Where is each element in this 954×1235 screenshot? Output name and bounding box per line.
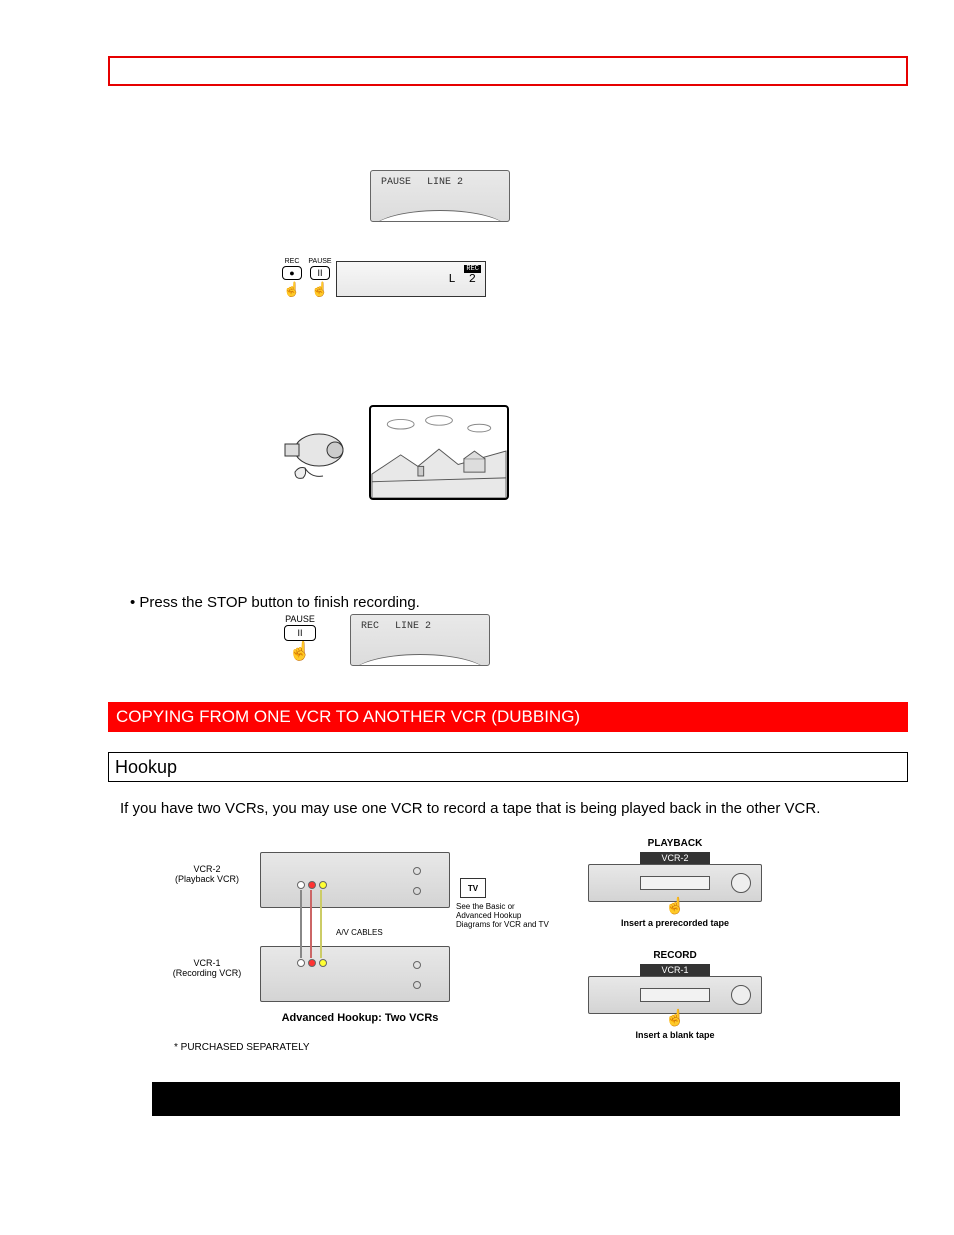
rec-indicator: REC bbox=[464, 265, 481, 273]
osd-text-rec: REC bbox=[361, 621, 379, 632]
paragraph-dubbing-intro: If you have two VCRs, you may use one VC… bbox=[120, 800, 900, 817]
tape-slot-icon bbox=[640, 988, 710, 1002]
camcorder-icon bbox=[275, 424, 355, 482]
vcr1-back-panel bbox=[260, 946, 450, 1002]
jack-icon bbox=[413, 867, 421, 875]
instruction-stop-text: • Press the STOP button to finish record… bbox=[130, 594, 420, 611]
pause-caption: PAUSE bbox=[308, 258, 332, 265]
jack-icon bbox=[413, 981, 421, 989]
figure-rec-pause-lcd: REC ● ☝ PAUSE II ☝ REC L 2 bbox=[280, 258, 486, 299]
figure-camcorder-scene bbox=[275, 405, 509, 500]
jack-icon bbox=[413, 961, 421, 969]
front-panel-lcd: REC L 2 bbox=[336, 261, 486, 297]
tv-hookup-note: See the Basic or Advanced Hookup Diagram… bbox=[456, 902, 566, 929]
figure-display-pause-line2: PAUSE LINE 2 bbox=[370, 170, 510, 222]
pause-button-icon: II bbox=[310, 266, 330, 280]
vcr2-badge: VCR-2 bbox=[640, 852, 710, 864]
jack-icon bbox=[308, 959, 316, 967]
section-header-dubbing: COPYING FROM ONE VCR TO ANOTHER VCR (DUB… bbox=[108, 702, 908, 732]
jack-icon bbox=[297, 881, 305, 889]
subheading-text: Hookup bbox=[115, 757, 177, 778]
jack-icon bbox=[297, 959, 305, 967]
av-cable-icon bbox=[310, 890, 312, 958]
hookup-left-title: Advanced Hookup: Two VCRs bbox=[260, 1012, 460, 1024]
insert-hand-icon: ☝ bbox=[570, 1008, 780, 1028]
jack-icon bbox=[413, 887, 421, 895]
jog-dial-icon bbox=[731, 985, 751, 1005]
osd-panel-2: REC LINE 2 bbox=[350, 614, 490, 666]
lcd-text: L 2 bbox=[448, 272, 479, 286]
tape-slot-icon bbox=[640, 876, 710, 890]
playback-label: PLAYBACK bbox=[570, 838, 780, 849]
bottom-black-bar bbox=[152, 1082, 900, 1116]
section-header-text: COPYING FROM ONE VCR TO ANOTHER VCR (DUB… bbox=[116, 707, 580, 727]
footnote-purchased: * PURCHASED SEPARATELY bbox=[174, 1042, 310, 1053]
vcr1-label: VCR-1 (Recording VCR) bbox=[160, 958, 254, 978]
osd-panel: PAUSE LINE 2 bbox=[370, 170, 510, 222]
tv-icon: TV bbox=[460, 878, 486, 898]
av-cable-icon bbox=[320, 890, 322, 958]
tv-box: TV bbox=[460, 878, 486, 898]
hookup-diagram-right: PLAYBACK VCR-2 ☝ Insert a prerecorded ta… bbox=[570, 838, 780, 1058]
instruction-stop: • Press the STOP button to finish record… bbox=[130, 594, 420, 611]
pause-caption-2: PAUSE bbox=[280, 614, 320, 624]
pause-button-icon-2: II bbox=[284, 625, 316, 641]
top-accent-bar bbox=[108, 56, 908, 86]
osd-text-line2-b: LINE 2 bbox=[395, 621, 431, 632]
vcr2-label: VCR-2 (Playback VCR) bbox=[160, 864, 254, 884]
jog-dial-icon bbox=[731, 873, 751, 893]
osd-text-pause: PAUSE bbox=[381, 177, 411, 188]
subheading-hookup: Hookup bbox=[108, 752, 908, 782]
record-label: RECORD bbox=[570, 950, 780, 961]
rec-button-icon: ● bbox=[282, 266, 302, 280]
hookup-diagram-left: VCR-2 (Playback VCR) VCR-1 (Recording VC… bbox=[160, 840, 560, 1060]
rec-button-diagram: REC ● ☝ bbox=[280, 258, 304, 299]
av-cable-icon bbox=[300, 890, 302, 958]
insert-blank-label: Insert a blank tape bbox=[570, 1030, 780, 1040]
jack-icon bbox=[319, 959, 327, 967]
rec-caption: REC bbox=[280, 258, 304, 265]
insert-hand-icon: ☝ bbox=[570, 896, 780, 916]
jack-icon bbox=[319, 881, 327, 889]
jack-icon bbox=[308, 881, 316, 889]
pause-button-diagram-2: PAUSE II ☝ bbox=[280, 614, 320, 662]
insert-pre-label: Insert a prerecorded tape bbox=[570, 918, 780, 928]
press-hand-icon: ☝ bbox=[283, 281, 300, 297]
vcr2-back-panel bbox=[260, 852, 450, 908]
pause-button-diagram: PAUSE II ☝ bbox=[308, 258, 332, 299]
vcr1-badge: VCR-1 bbox=[640, 964, 710, 976]
press-hand-icon: ☝ bbox=[311, 281, 328, 297]
av-cables-label: A/V CABLES bbox=[336, 928, 383, 937]
scene-preview bbox=[369, 405, 509, 500]
press-hand-icon: ☝ bbox=[289, 641, 311, 661]
osd-text-line2: LINE 2 bbox=[427, 177, 463, 188]
figure-pause-rec-line2: PAUSE II ☝ REC LINE 2 bbox=[280, 614, 490, 666]
paragraph-text: If you have two VCRs, you may use one VC… bbox=[120, 800, 820, 817]
